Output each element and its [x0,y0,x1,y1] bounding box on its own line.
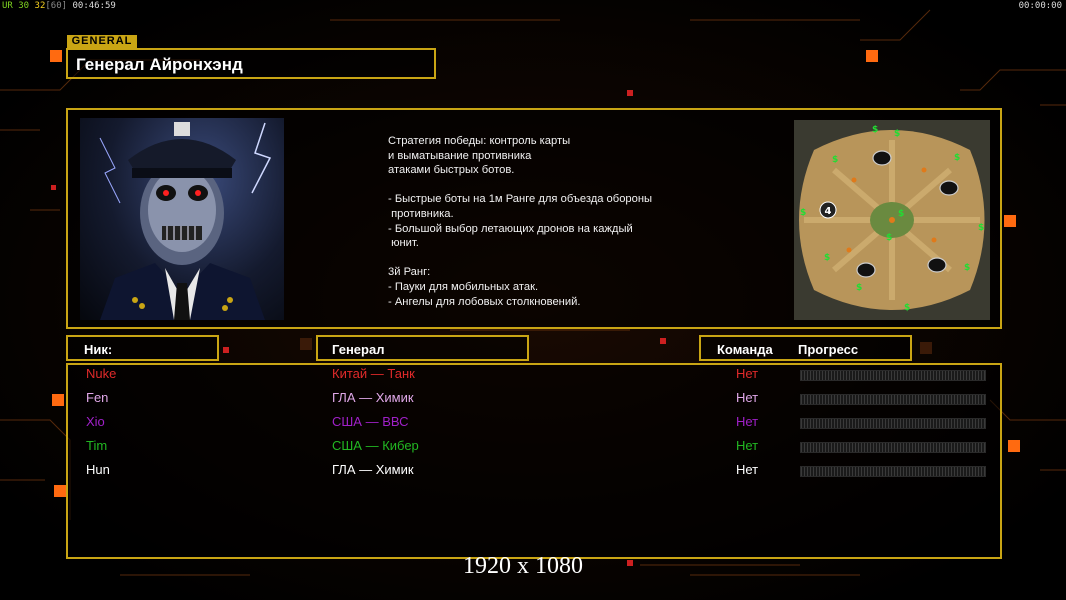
general-title-box: Генерал Айронхэнд [66,48,436,79]
hud-elapsed: 00:46:59 [72,1,116,11]
table-row: Hun ГЛА — Химик Нет [68,462,1000,482]
player-nick: Xio [86,414,105,429]
svg-text:$: $ [872,125,878,135]
general-portrait [80,118,284,320]
player-progress-bar [800,370,986,381]
svg-text:$: $ [856,283,862,293]
svg-text:$: $ [954,153,960,163]
header-team-progress-box: Команда Прогресс [699,335,912,361]
svg-text:$: $ [898,209,904,219]
header-general-box: Генерал [316,335,529,361]
player-progress-bar [800,418,986,429]
player-nick: Hun [86,462,110,477]
table-row: Tim США — Кибер Нет [68,438,1000,458]
player-general: США — Кибер [332,438,419,453]
svg-text:$: $ [978,223,984,233]
table-row: Fen ГЛА — Химик Нет [68,390,1000,410]
header-progress: Прогресс [798,342,859,357]
strategy-description: Стратегия победы: контроль карты и вымат… [388,135,653,308]
header-nick: Ник: [84,342,113,357]
table-row: Xio США — ВВС Нет [68,414,1000,434]
general-info-panel: Стратегия победы: контроль карты и вымат… [66,108,1002,329]
header-general: Генерал [332,342,385,357]
svg-text:$: $ [832,155,838,165]
table-row: Nuke Китай — Танк Нет [68,366,1000,386]
minimap-player-marker: 4 [825,206,832,217]
hud-stats: UR 30 32[60] 00:46:59 [2,1,116,11]
general-name: Генерал Айронхэнд [76,55,243,74]
player-team[interactable]: Нет [736,414,758,429]
svg-text:$: $ [904,303,910,313]
resolution-label: 1920 x 1080 [463,553,583,579]
player-general: Китай — Танк [332,366,415,381]
svg-text:$: $ [800,208,806,218]
header-nick-box: Ник: [66,335,219,361]
player-nick: Fen [86,390,109,405]
player-general: ГЛА — Химик [332,390,414,405]
player-general: США — ВВС [332,414,409,429]
players-table: Nuke Китай — Танк Нет Fen ГЛА — Химик Не… [66,363,1002,559]
player-progress-bar [800,466,986,477]
player-team[interactable]: Нет [736,390,758,405]
general-tag: GENERAL [67,35,137,48]
hud-version: UR [2,1,13,11]
player-nick: Tim [86,438,108,453]
hud-fps-max: [60] [45,1,68,11]
player-team[interactable]: Нет [736,438,758,453]
svg-text:$: $ [894,129,900,139]
hud-fps-b: 32 [34,1,46,11]
player-team[interactable]: Нет [736,462,758,477]
svg-text:$: $ [964,263,970,273]
player-general: ГЛА — Химик [332,462,414,477]
hud-timer: 00:00:00 [1018,1,1062,11]
header-team: Команда [717,342,773,357]
player-progress-bar [800,442,986,453]
svg-text:$: $ [824,253,830,263]
player-nick: Nuke [86,366,117,381]
player-team[interactable]: Нет [736,366,758,381]
hud-fps-a: 30 [18,1,30,11]
minimap[interactable]: 4 $ $ $ $ $ $ $ $ $ $ $ $ [794,120,990,320]
svg-text:$: $ [886,233,892,243]
player-progress-bar [800,394,986,405]
